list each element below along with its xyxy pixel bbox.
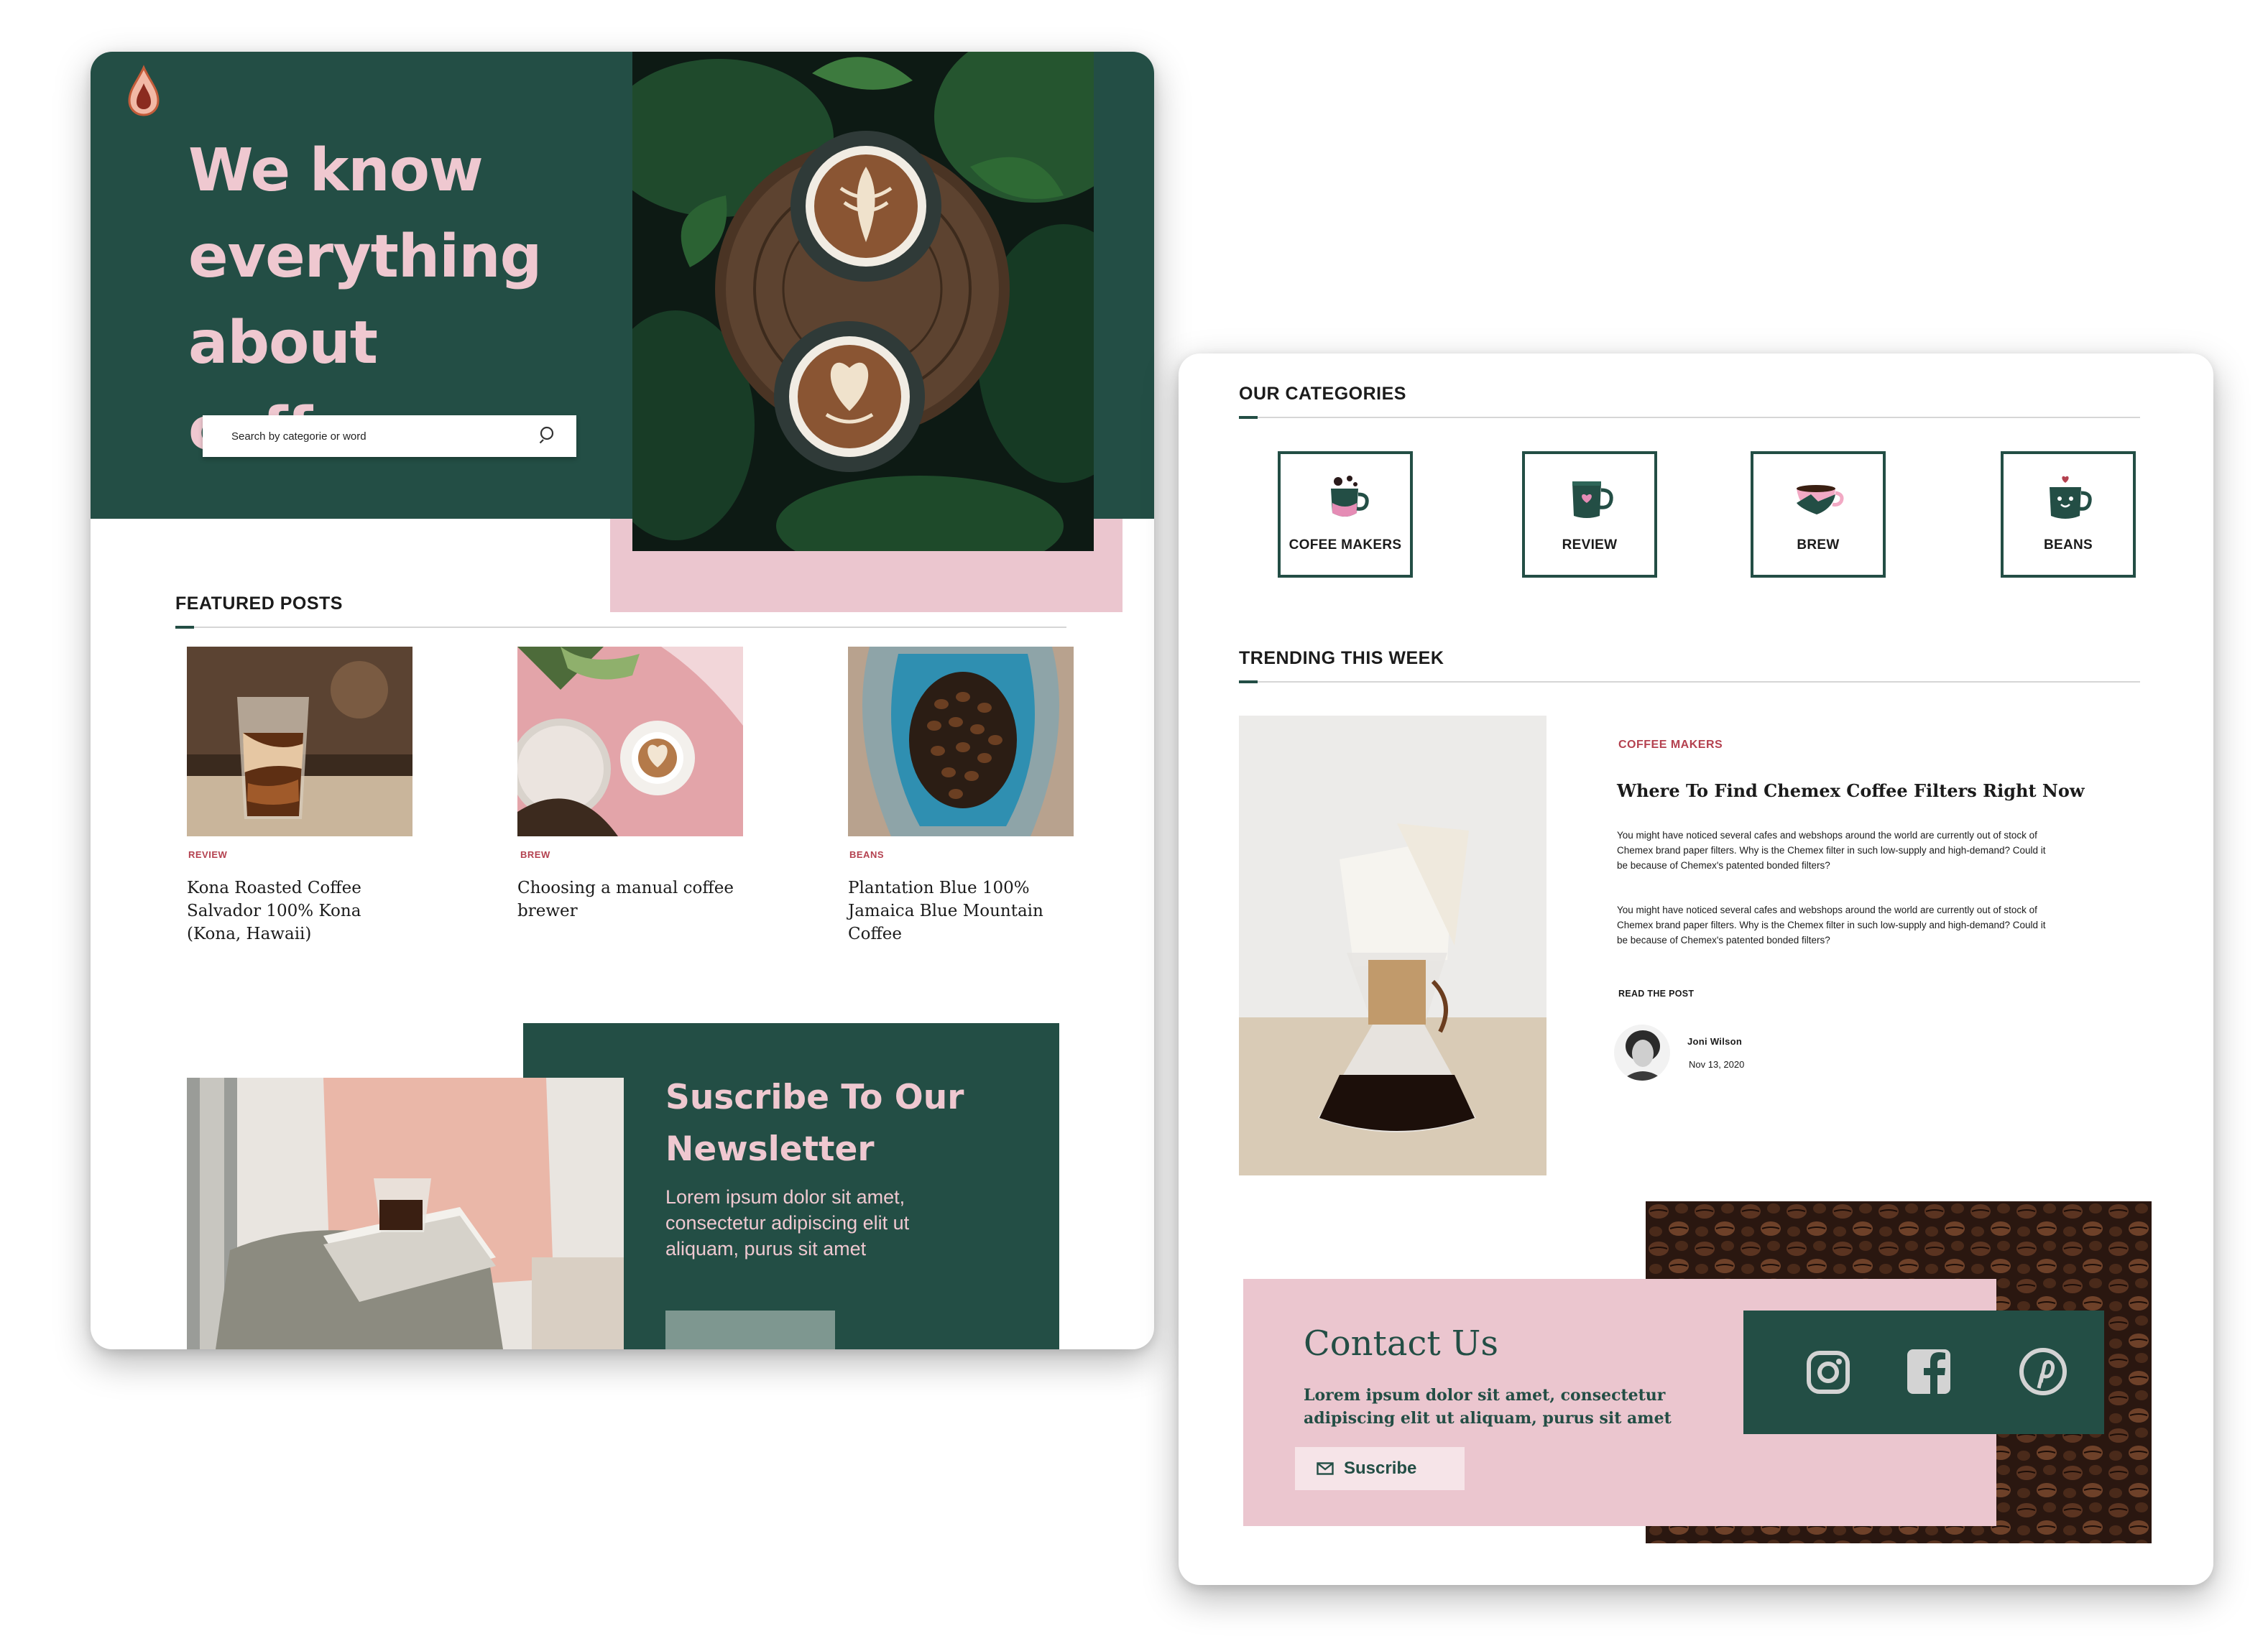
newsletter-title-line: Suscribe To Our bbox=[665, 1078, 964, 1117]
category-label: BEANS bbox=[2043, 537, 2093, 553]
post-date: Nov 13, 2020 bbox=[1689, 1059, 1745, 1070]
category-label: BREW bbox=[1797, 537, 1840, 553]
read-post-link[interactable]: READ THE POST bbox=[1618, 989, 1694, 999]
trending-paragraph: You might have noticed several cafes and… bbox=[1617, 830, 2046, 871]
search-icon[interactable] bbox=[539, 425, 558, 448]
subscribe-button[interactable]: Suscribe bbox=[1295, 1447, 1465, 1490]
hero-latte-image bbox=[632, 52, 1094, 551]
contact-text: Lorem ipsum dolor sit amet, consectetur … bbox=[1304, 1386, 1672, 1428]
categories-page-card: OUR CATEGORIES COFEE MAKERS REVIEW BREW … bbox=[1179, 353, 2213, 1585]
post-image-coffee-beans-bag[interactable] bbox=[848, 647, 1074, 836]
category-brew[interactable]: BREW bbox=[1751, 451, 1886, 578]
logo-drop-icon[interactable] bbox=[125, 65, 162, 118]
cup-pink-icon bbox=[1797, 485, 1844, 514]
post-title[interactable]: Kona Roasted Coffee Salvador 100% Kona (… bbox=[187, 877, 410, 946]
trending-post-title[interactable]: Where To Find Chemex Coffee Filters Righ… bbox=[1617, 780, 2120, 801]
category-review[interactable]: REVIEW bbox=[1522, 451, 1657, 578]
post-image-latte-pink[interactable] bbox=[517, 647, 743, 836]
instagram-icon[interactable] bbox=[1805, 1349, 1851, 1395]
author-avatar bbox=[1614, 1025, 1670, 1081]
mug-heart-icon bbox=[1572, 481, 1613, 518]
mug-face-icon bbox=[2050, 476, 2092, 519]
trending-divider bbox=[1239, 680, 2140, 683]
category-coffee-makers[interactable]: COFEE MAKERS bbox=[1278, 451, 1413, 578]
post-tag[interactable]: BEANS bbox=[849, 849, 884, 860]
facebook-icon[interactable] bbox=[1906, 1348, 1952, 1395]
search-bar[interactable] bbox=[203, 415, 576, 457]
pinterest-icon[interactable] bbox=[2019, 1348, 2067, 1395]
canvas: We know everything about coffee bbox=[0, 0, 2268, 1636]
post-title[interactable]: Choosing a manual coffee brewer bbox=[517, 877, 740, 923]
author-name[interactable]: Joni Wilson bbox=[1687, 1036, 1742, 1047]
post-tag[interactable]: REVIEW bbox=[188, 849, 227, 860]
mug-splash-icon bbox=[1331, 476, 1369, 517]
featured-divider bbox=[175, 626, 1066, 629]
search-input[interactable] bbox=[231, 430, 504, 443]
newsletter-text: Lorem ipsum dolor sit amet, consectetur … bbox=[665, 1186, 910, 1260]
landing-page-card: We know everything about coffee bbox=[91, 52, 1154, 1349]
contact-title: Contact Us bbox=[1304, 1323, 1498, 1364]
categories-divider bbox=[1239, 416, 2140, 419]
mail-icon bbox=[1317, 1462, 1334, 1475]
featured-posts-title: FEATURED POSTS bbox=[175, 593, 343, 614]
newsletter-title-line: Newsletter bbox=[665, 1129, 875, 1169]
category-label: REVIEW bbox=[1562, 537, 1618, 553]
newsletter-subscribe-button[interactable] bbox=[665, 1311, 835, 1349]
trending-title: TRENDING THIS WEEK bbox=[1239, 648, 1444, 668]
categories-title: OUR CATEGORIES bbox=[1239, 384, 1406, 404]
trending-paragraph: You might have noticed several cafes and… bbox=[1617, 905, 2046, 946]
post-title[interactable]: Plantation Blue 100% Jamaica Blue Mounta… bbox=[848, 877, 1071, 946]
post-tag[interactable]: BREW bbox=[520, 849, 550, 860]
newsletter-title: Suscribe To Our Newsletter bbox=[665, 1072, 1039, 1175]
trending-tag[interactable]: COFFEE MAKERS bbox=[1618, 739, 1723, 752]
subscribe-button-label: Suscribe bbox=[1344, 1459, 1417, 1478]
category-label: COFEE MAKERS bbox=[1289, 537, 1402, 553]
category-beans[interactable]: BEANS bbox=[2001, 451, 2136, 578]
post-image-iced-coffee[interactable] bbox=[187, 647, 412, 836]
newsletter-image-pink-chair bbox=[187, 1078, 624, 1349]
trending-image-chemex[interactable] bbox=[1239, 716, 1546, 1175]
